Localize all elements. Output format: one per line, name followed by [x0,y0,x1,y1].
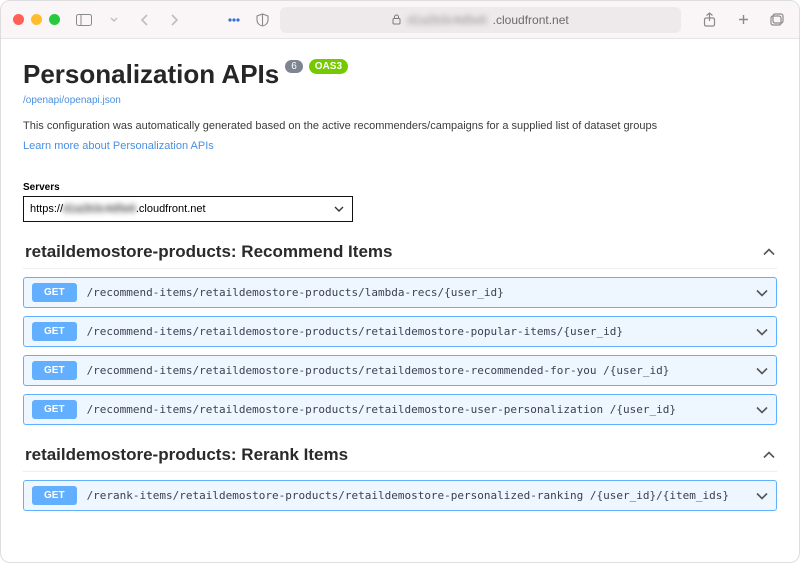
tag-section: retaildemostore-products: Rerank Items GE… [23,441,777,511]
back-button[interactable] [134,10,154,30]
sidebar-toggle-icon[interactable] [74,10,94,30]
zoom-window-button[interactable] [49,14,60,25]
tag-header[interactable]: retaildemostore-products: Rerank Items [23,441,777,472]
operation-row[interactable]: GET/recommend-items/retaildemostore-prod… [23,316,777,347]
oas-badge: OAS3 [309,59,348,74]
server-url-suffix: .cloudfront.net [136,203,206,215]
operation-path: /recommend-items/retaildemostore-product… [87,403,746,417]
address-bar[interactable]: d1a2b3c4d5e6 .cloudfront.net [280,7,681,33]
window-controls [13,14,60,25]
chevron-down-icon [756,406,768,414]
tag-section: retaildemostore-products: Recommend Item… [23,238,777,425]
tab-overview-icon[interactable] [767,10,787,30]
operation-path: /recommend-items/retaildemostore-product… [87,364,746,378]
chevron-down-icon[interactable] [104,10,124,30]
operation-path: /recommend-items/retaildemostore-product… [87,325,746,339]
operation-row[interactable]: GET/rerank-items/retaildemostore-product… [23,480,777,511]
operation-row[interactable]: GET/recommend-items/retaildemostore-prod… [23,355,777,386]
http-method-badge: GET [32,283,77,302]
chevron-up-icon [763,451,775,459]
servers-label: Servers [23,182,777,193]
chevron-down-icon [756,328,768,336]
forward-button[interactable] [164,10,184,30]
servers-dropdown[interactable]: https:// d1a2b3c4d5e6 .cloudfront.net [23,196,353,222]
http-method-badge: GET [32,322,77,341]
tag-header[interactable]: retaildemostore-products: Recommend Item… [23,238,777,269]
chevron-down-icon [756,492,768,500]
tag-title: retaildemostore-products: Recommend Item… [25,242,392,262]
new-tab-icon[interactable] [733,10,753,30]
titlebar: d1a2b3c4d5e6 .cloudfront.net [1,1,799,39]
openapi-spec-link[interactable]: /openapi/openapi.json [23,95,121,106]
privacy-shield-icon[interactable] [252,10,272,30]
http-method-badge: GET [32,361,77,380]
http-method-badge: GET [32,486,77,505]
address-host: .cloudfront.net [493,13,569,27]
extension-icon[interactable] [224,10,244,30]
browser-window: d1a2b3c4d5e6 .cloudfront.net Personaliza… [0,0,800,563]
chevron-down-icon [334,206,344,213]
http-method-badge: GET [32,400,77,419]
operation-path: /rerank-items/retaildemostore-products/r… [87,489,746,503]
close-window-button[interactable] [13,14,24,25]
tag-title: retaildemostore-products: Rerank Items [25,445,348,465]
operation-row[interactable]: GET/recommend-items/retaildemostore-prod… [23,394,777,425]
api-version-badge: 6 [285,60,303,73]
lock-icon [392,14,401,25]
operation-row[interactable]: GET/recommend-items/retaildemostore-prod… [23,277,777,308]
page-title: Personalization APIs [23,59,279,90]
minimize-window-button[interactable] [31,14,42,25]
operation-path: /recommend-items/retaildemostore-product… [87,286,746,300]
chevron-down-icon [756,289,768,297]
address-host-blurred: d1a2b3c4d5e6 [407,13,486,27]
share-icon[interactable] [699,10,719,30]
server-url-blurred: d1a2b3c4d5e6 [63,203,136,215]
page-content: Personalization APIs 6 OAS3 /openapi/ope… [1,39,799,562]
api-description: This configuration was automatically gen… [23,120,777,132]
chevron-down-icon [756,367,768,375]
learn-more-link[interactable]: Learn more about Personalization APIs [23,140,214,152]
chevron-up-icon [763,248,775,256]
server-url-prefix: https:// [30,203,63,215]
